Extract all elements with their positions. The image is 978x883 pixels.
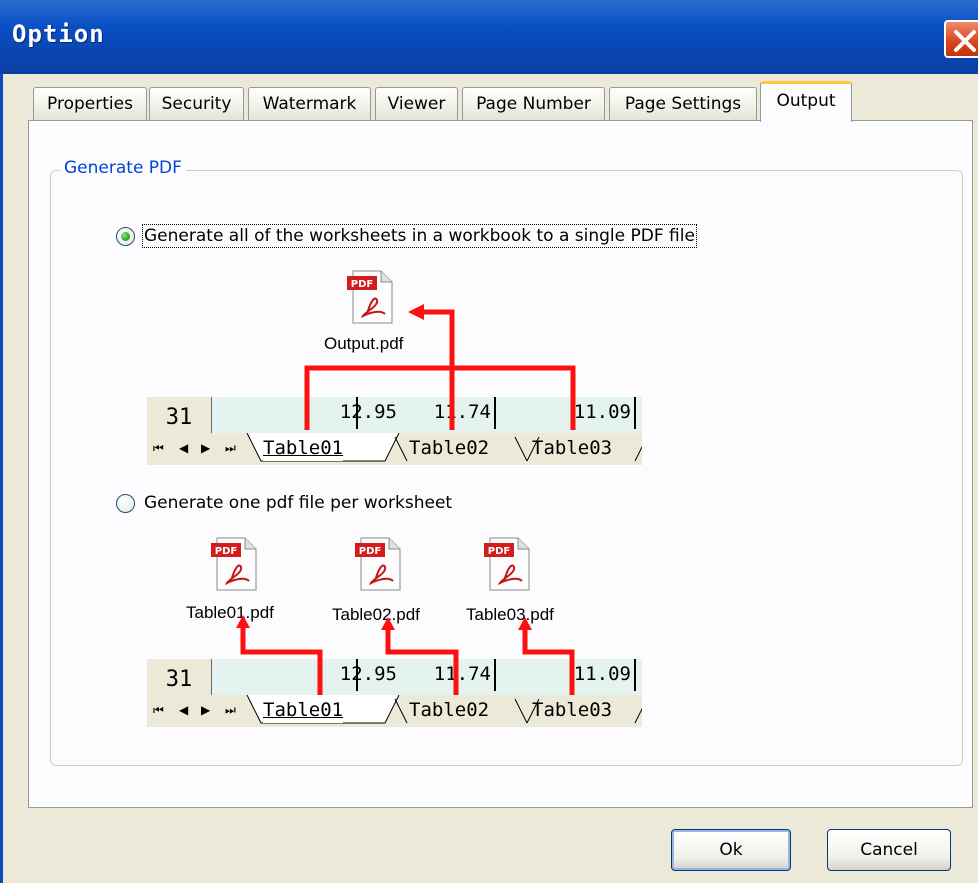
radio-single-pdf-label[interactable]: Generate all of the worksheets in a work… — [142, 224, 697, 248]
sheet-tab[interactable]: Table02 — [409, 433, 489, 461]
cell-divider — [356, 659, 358, 691]
tab-label: Properties — [47, 94, 133, 114]
pdf-badge-text: PDF — [488, 546, 510, 557]
cell-value: 11.74 — [433, 663, 491, 685]
cell-value: 11.74 — [433, 401, 491, 423]
tab-label: Viewer — [387, 94, 446, 114]
tab-security[interactable]: Security — [149, 87, 244, 121]
file-label: Table02.pdf — [332, 605, 420, 624]
sheet-tab[interactable]: Table03 — [532, 695, 612, 723]
sheet-tab-bar: ⏮ ◀ ▶ ⏭ Table01 Table02 Table03 — [147, 695, 642, 727]
close-icon — [954, 30, 976, 52]
spreadsheet-preview-per-sheet: 31 12.95 11.74 11.09 ⏮ ◀ ▶ ⏭ Table01 Tab… — [147, 659, 642, 727]
pdf-file-icon: PDF — [484, 537, 530, 591]
ok-button[interactable]: Ok — [671, 829, 791, 871]
option-dialog: Option Properties Security Watermark Vie… — [0, 0, 978, 883]
cell-value: 12.95 — [339, 663, 397, 685]
row-number: 31 — [147, 659, 212, 695]
pdf-file-icon: PDF — [347, 270, 393, 324]
tab-label: Output — [776, 91, 836, 111]
sheet-tab[interactable]: Table01 — [263, 695, 344, 723]
cell-value: 12.95 — [339, 401, 397, 423]
cell-value: 11.09 — [573, 401, 631, 423]
group-title: Generate PDF — [60, 158, 186, 178]
tab-watermark[interactable]: Watermark — [248, 87, 371, 121]
sheet-tab[interactable]: Table02 — [409, 695, 489, 723]
sheet-tab-bar: ⏮ ◀ ▶ ⏭ Table01 Table02 Table03 — [147, 433, 642, 465]
window-title: Option — [12, 20, 105, 48]
pdf-file-icon: PDF — [211, 537, 257, 591]
tab-viewer[interactable]: Viewer — [375, 87, 458, 121]
tab-label: Security — [161, 94, 232, 114]
tab-label: Watermark — [262, 94, 357, 114]
pdf-file-icon: PDF — [355, 537, 401, 591]
sheet-tab[interactable]: Table01 — [263, 433, 344, 461]
tab-page-settings[interactable]: Page Settings — [609, 87, 757, 121]
cancel-button[interactable]: Cancel — [827, 829, 951, 871]
cell-divider — [634, 397, 636, 429]
title-bar[interactable]: Option — [0, 0, 978, 74]
output-file-label: Output.pdf — [324, 334, 404, 353]
window-frame — [0, 74, 3, 883]
tab-output[interactable]: Output — [760, 81, 852, 122]
tab-label: Page Number — [476, 94, 591, 114]
cell-divider — [494, 659, 496, 691]
cell-divider — [634, 659, 636, 691]
cell-value: 11.09 — [573, 663, 631, 685]
row-number: 31 — [147, 397, 212, 433]
close-button[interactable] — [944, 20, 978, 58]
cell-divider — [356, 397, 358, 429]
pdf-badge-text: PDF — [215, 546, 237, 557]
radio-per-sheet-label[interactable]: Generate one pdf file per worksheet — [144, 493, 452, 513]
file-label: Table03.pdf — [466, 605, 554, 624]
radio-per-sheet[interactable] — [116, 494, 135, 513]
pdf-badge-text: PDF — [359, 546, 381, 557]
tab-properties[interactable]: Properties — [33, 87, 147, 121]
spreadsheet-preview-single: 31 12.95 11.74 11.09 ⏮ ◀ ▶ ⏭ Table01 Tab… — [147, 397, 642, 465]
radio-single-pdf[interactable] — [116, 227, 135, 246]
cell-divider — [494, 397, 496, 429]
pdf-badge-text: PDF — [351, 279, 373, 290]
file-label: Table01.pdf — [186, 603, 274, 622]
tab-page-number[interactable]: Page Number — [462, 87, 605, 121]
sheet-tab[interactable]: Table03 — [532, 433, 612, 461]
tab-label: Page Settings — [624, 94, 742, 114]
